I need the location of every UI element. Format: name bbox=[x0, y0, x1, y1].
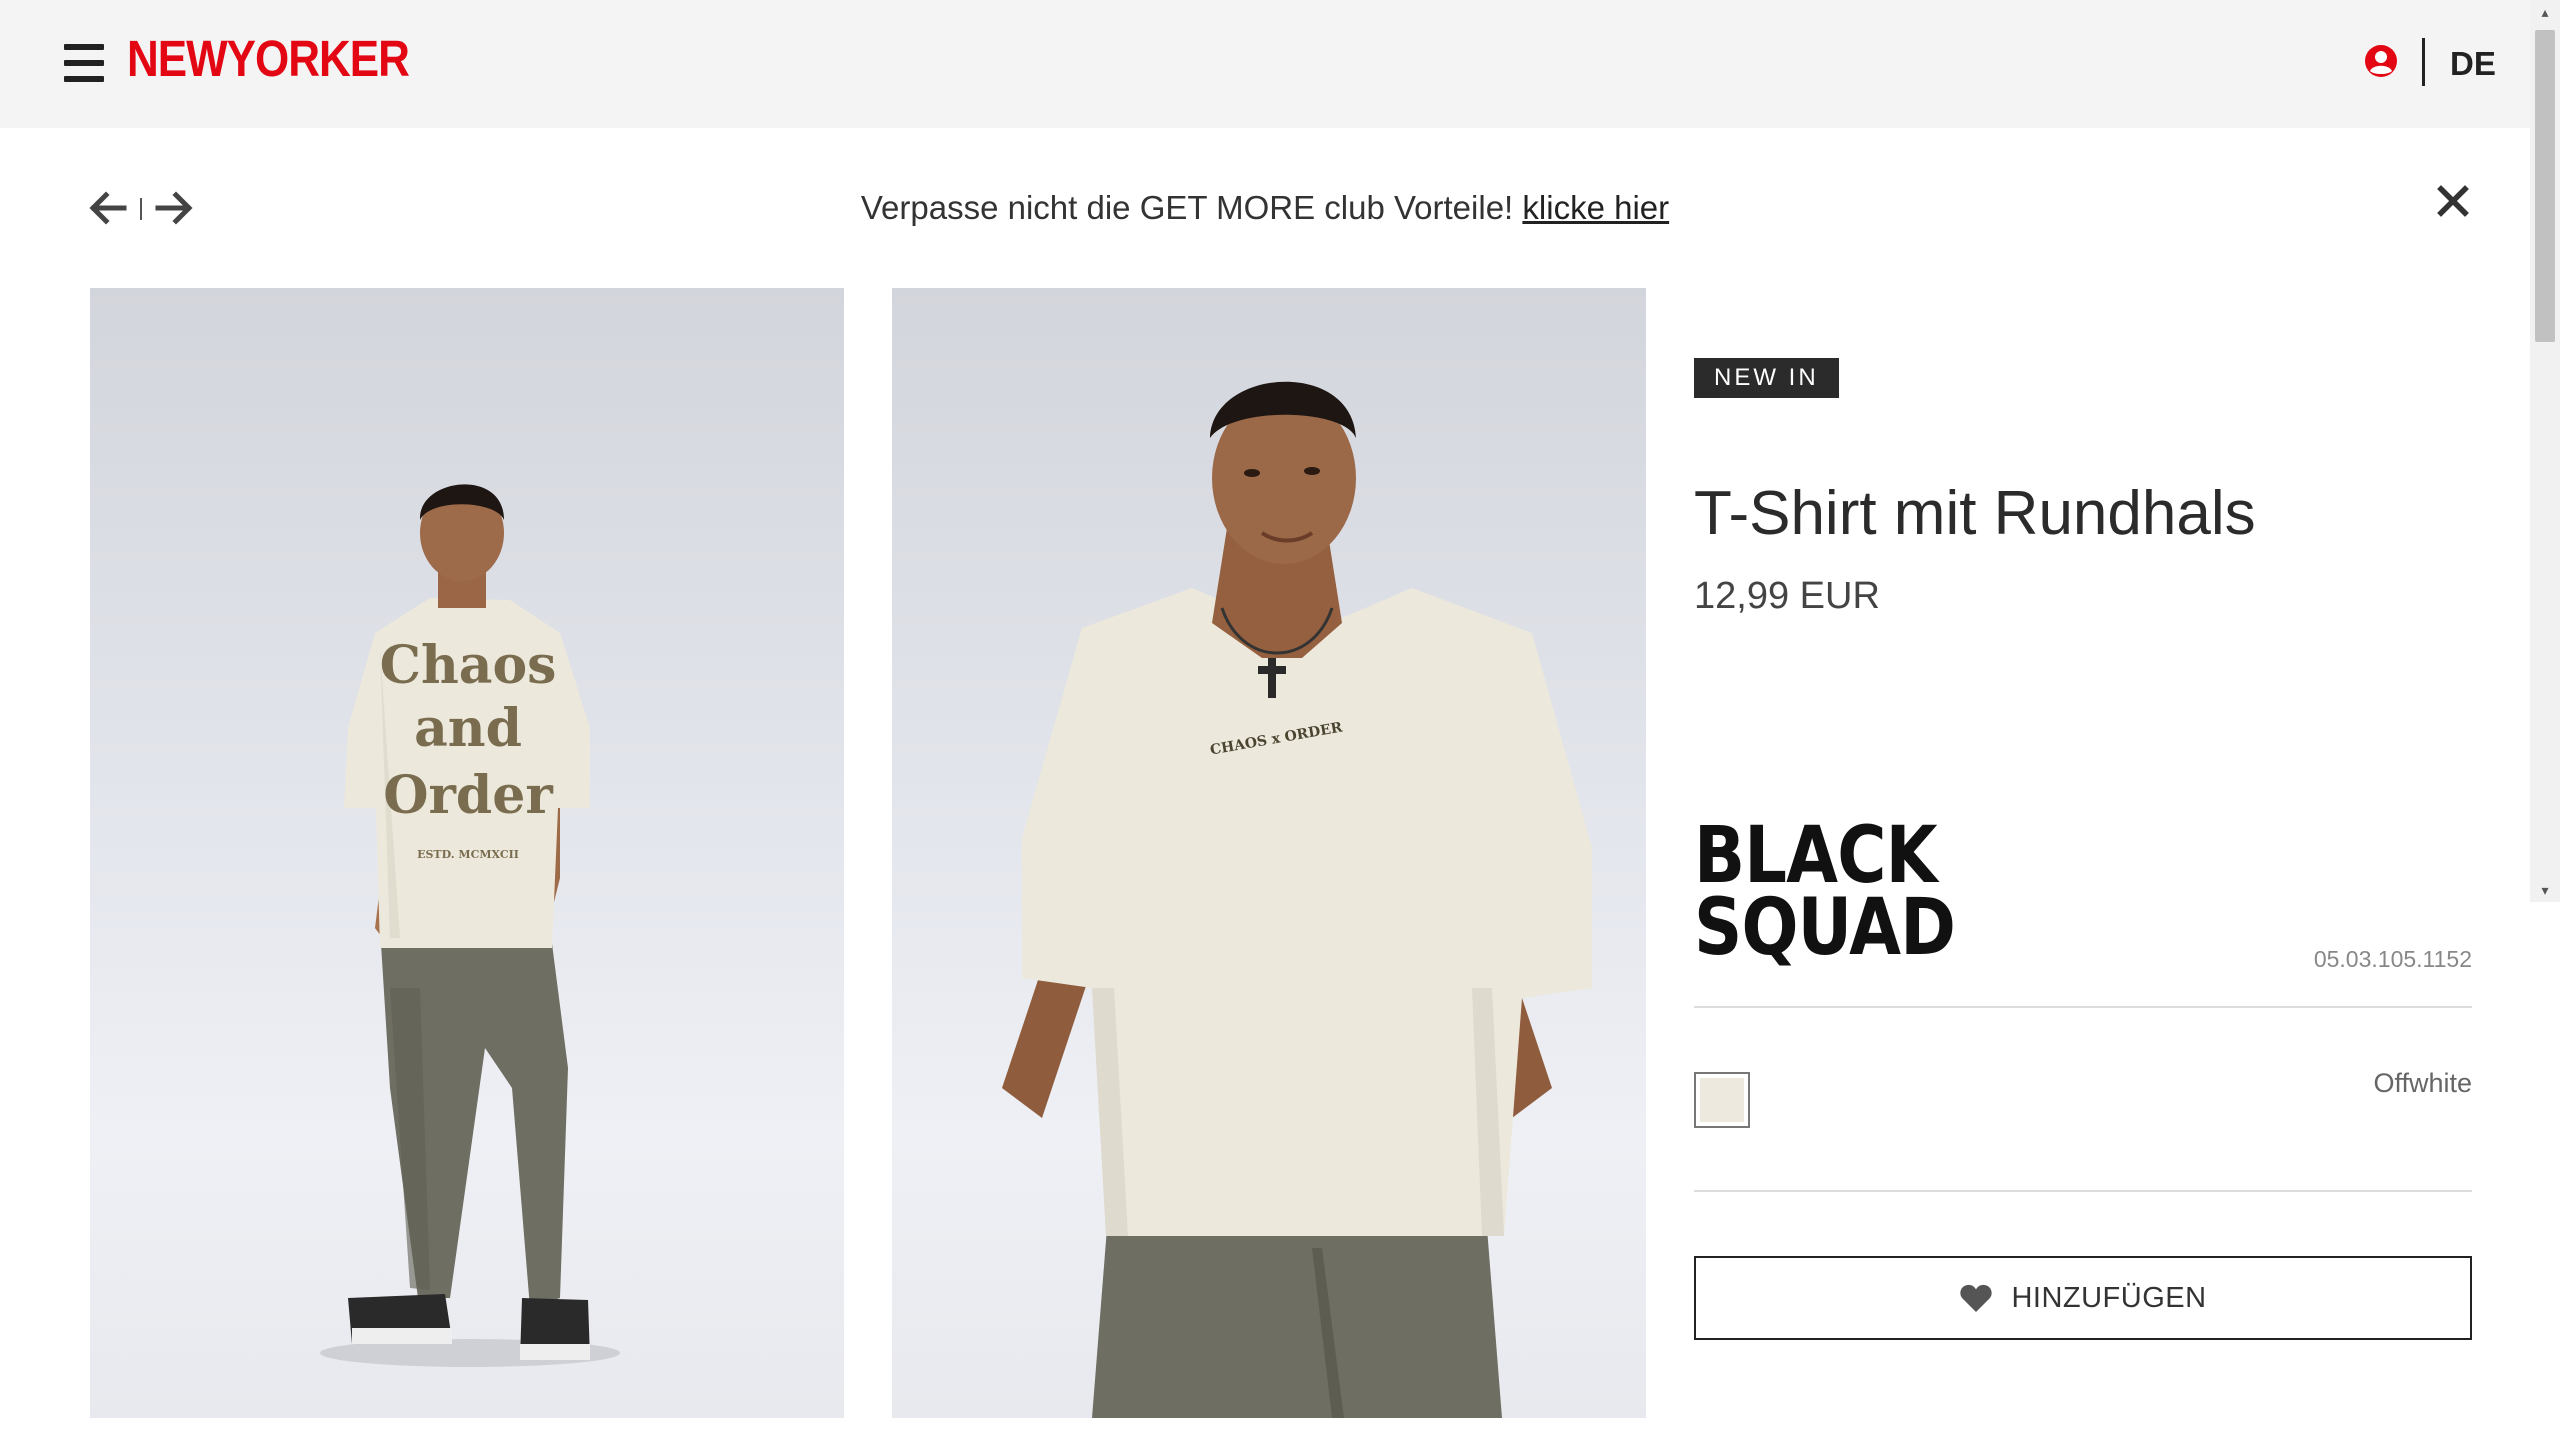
brand-logo-line-2: SQUAD bbox=[1694, 883, 1956, 973]
product-sku: 05.03.105.1152 bbox=[2313, 946, 2472, 972]
divider bbox=[1694, 1190, 2472, 1192]
promo-text: Verpasse nicht die GET MORE club Vorteil… bbox=[860, 189, 1514, 226]
promo-banner: Verpasse nicht die GET MORE club Vorteil… bbox=[0, 186, 2530, 230]
hamburger-menu-icon[interactable] bbox=[64, 44, 104, 82]
new-in-badge: NEW IN bbox=[1694, 358, 1839, 398]
promo-link[interactable]: klicke hier bbox=[1522, 189, 1669, 226]
divider bbox=[1694, 1006, 2472, 1008]
close-icon[interactable] bbox=[2436, 184, 2470, 218]
brand-logo[interactable]: BLACK SQUAD bbox=[1694, 811, 1956, 973]
heart-icon bbox=[1960, 1284, 1993, 1312]
language-selector[interactable]: DE bbox=[2450, 44, 2496, 84]
print-back-line-1: Chaos bbox=[380, 635, 557, 696]
add-button-label: HINZUFÜGEN bbox=[2011, 1281, 2207, 1314]
scroll-up-arrow-icon[interactable]: ▴ bbox=[2530, 0, 2560, 24]
newyorker-logo[interactable]: NEWYORKER bbox=[127, 28, 410, 92]
user-account-icon[interactable] bbox=[2364, 44, 2398, 78]
color-swatch-fill bbox=[1700, 1078, 1744, 1122]
header-divider bbox=[2422, 38, 2425, 86]
color-swatch-offwhite[interactable] bbox=[1694, 1072, 1750, 1128]
product-title: T-Shirt mit Rundhals bbox=[1694, 479, 2256, 548]
product-price: 12,99 EUR bbox=[1694, 575, 1880, 617]
selected-color-name: Offwhite bbox=[2373, 1068, 2472, 1098]
print-back-line-3: Order bbox=[383, 765, 553, 826]
scrollbar-thumb[interactable] bbox=[2535, 30, 2555, 342]
scrollbar[interactable]: ▴ ▾ bbox=[2530, 0, 2560, 902]
scroll-down-arrow-icon[interactable]: ▾ bbox=[2530, 878, 2560, 902]
product-image-back[interactable]: Chaos and Order ESTD. MCMXCII bbox=[90, 288, 844, 1418]
brand-logo-line-1: BLACK bbox=[1694, 811, 1938, 901]
add-to-wishlist-button[interactable]: HINZUFÜGEN bbox=[1694, 1256, 2472, 1340]
print-back-line-2: and bbox=[414, 698, 522, 759]
site-header: NEWYORKER DE bbox=[0, 0, 2530, 128]
print-back-small: ESTD. MCMXCII bbox=[417, 848, 519, 861]
product-image-front[interactable]: CHAOS x ORDER bbox=[892, 288, 1646, 1418]
